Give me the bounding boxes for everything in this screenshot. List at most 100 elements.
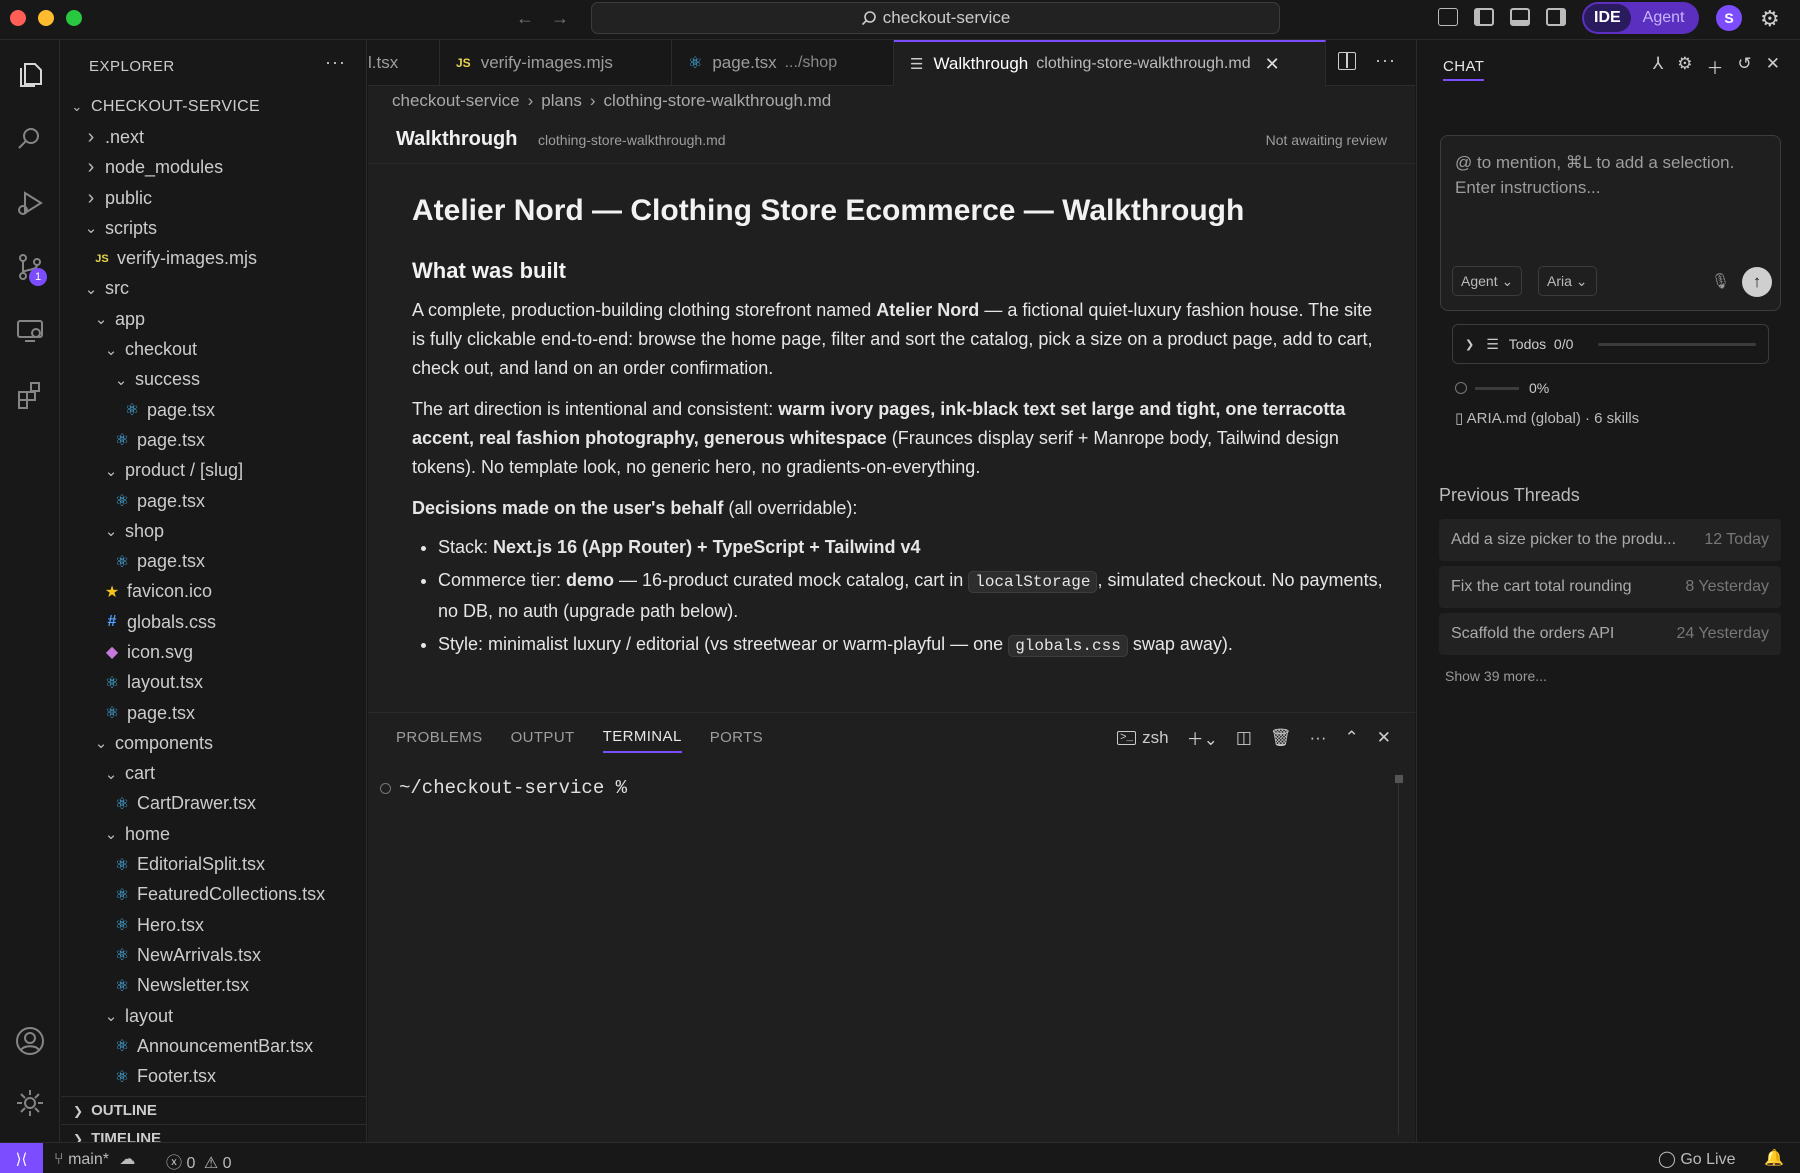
timeline-section[interactable]: ❯ TIMELINE [61,1124,366,1142]
tree-folder[interactable]: ⌄ checkout [61,334,366,364]
ide-agent-mode-toggle[interactable]: IDE Agent [1582,2,1699,34]
maximize-panel-icon[interactable]: ⌃ [1345,728,1359,748]
close-window-button[interactable] [10,10,26,26]
tab-verify-images[interactable]: JS verify-images.mjs [440,40,672,86]
tab-terminal[interactable]: TERMINAL [602,722,682,753]
tree-file[interactable]: ⚛ layout.tsx [61,668,366,698]
back-arrow-icon[interactable]: ← [516,8,534,29]
tree-file[interactable]: ⚛ page.tsx [61,395,366,425]
tree-folder[interactable]: ⌄ shop [61,516,366,546]
tree-file[interactable]: ⚛ Hero.tsx [61,910,366,940]
terminal-scrollbar[interactable] [1395,775,1403,783]
thread-item[interactable]: Fix the cart total rounding 8 Yesterday [1439,566,1781,608]
tree-folder[interactable]: ⌄ app [61,304,366,334]
tree-folder[interactable]: › .next [61,122,366,152]
source-control-icon[interactable]: 1 [11,248,49,286]
tree-folder[interactable]: › node_modules [61,153,366,183]
tree-folder[interactable]: ⌄ home [61,819,366,849]
tree-file[interactable]: ⚛ Footer.tsx [61,1062,366,1092]
go-live-button[interactable]: ◯ Go Live [1658,1149,1736,1169]
tab-page-shop[interactable]: ⚛ page.tsx .../shop [672,40,894,86]
remote-explorer-icon[interactable] [11,312,49,350]
tree-folder[interactable]: ⌄ layout [61,1001,366,1031]
breadcrumb-item[interactable]: clothing-store-walkthrough.md [604,91,832,111]
extensions-icon[interactable] [11,376,49,414]
editor-more-actions-icon[interactable]: ··· [1375,50,1396,71]
terminal-shell-selector[interactable]: >_ zsh [1116,728,1169,748]
tree-file[interactable]: ⚛ FeaturedCollections.tsx [61,880,366,910]
agent-mode-select[interactable]: Agent ⌄ [1452,266,1523,296]
chat-title[interactable]: CHAT [1443,58,1485,81]
microphone-icon[interactable]: 🎙 [1711,272,1730,290]
toggle-primary-sidebar-icon[interactable] [1474,8,1494,26]
tree-folder[interactable]: ⌄ product / [slug] [61,456,366,486]
problems-indicator[interactable]: ⓧ 0 ⚠ 0 [166,1149,232,1173]
settings-gear-icon[interactable]: ⚙ [1760,6,1780,32]
forward-arrow-icon[interactable]: → [551,8,569,29]
more-actions-icon[interactable]: ··· [1310,728,1327,748]
show-more-threads-link[interactable]: Show 39 more... [1445,668,1547,684]
outline-section[interactable]: ❯ OUTLINE [61,1096,366,1124]
tree-file[interactable]: ⚛ page.tsx [61,486,366,516]
tree-file[interactable]: JS verify-images.mjs [61,243,366,273]
close-tab-icon[interactable]: ✕ [1265,54,1280,75]
tree-file[interactable]: ◆ icon.svg [61,637,366,667]
explorer-more-actions-icon[interactable]: ··· [325,52,346,73]
tree-folder[interactable]: › public [61,183,366,213]
search-icon[interactable] [11,120,49,158]
split-editor-icon[interactable] [1338,52,1356,70]
tree-file[interactable]: # globals.css [61,607,366,637]
tree-file[interactable]: ★ favicon.ico [61,577,366,607]
tree-file[interactable]: ⚛ Newsletter.tsx [61,971,366,1001]
minimize-window-button[interactable] [38,10,54,26]
mode-agent-option[interactable]: Agent [1631,9,1697,27]
tree-folder[interactable]: ⌄ src [61,274,366,304]
split-terminal-icon[interactable]: ◫ [1236,728,1252,748]
manage-gear-icon[interactable] [11,1084,49,1122]
send-button[interactable]: ↑ [1742,267,1772,297]
tree-file[interactable]: ⚛ page.tsx [61,546,366,576]
tree-file[interactable]: ⚛ AnnouncementBar.tsx [61,1031,366,1061]
tree-file[interactable]: ⚛ NewArrivals.tsx [61,940,366,970]
thread-item[interactable]: Add a size picker to the produ... 12 Toda… [1439,519,1781,561]
bell-icon[interactable]: 🔔 [1764,1148,1784,1168]
tree-file[interactable]: ⚛ page.tsx [61,425,366,455]
close-panel-icon[interactable]: ✕ [1377,728,1391,748]
tab-ports[interactable]: PORTS [710,723,763,752]
chat-input[interactable]: @ to mention, ⌘L to add a selection. Ent… [1440,135,1781,311]
customize-layout-icon[interactable] [1438,8,1458,26]
close-icon[interactable]: ✕ [1766,54,1780,79]
tree-folder[interactable]: ⌄ components [61,728,366,758]
tab-walkthrough[interactable]: ☰ Walkthrough clothing-store-walkthrough… [894,40,1326,86]
settings-gear-icon[interactable]: ⚙ [1677,54,1692,79]
branch-indicator[interactable]: ⑂ main* ☁ [54,1149,135,1169]
breadcrumb-item[interactable]: plans [541,91,582,111]
tree-folder[interactable]: ⌄ cart [61,759,366,789]
new-terminal-icon[interactable]: ＋⌄ [1187,725,1218,750]
accounts-icon[interactable] [11,1022,49,1060]
maximize-window-button[interactable] [66,10,82,26]
skills-info[interactable]: ▯ ARIA.md (global) · 6 skills [1455,409,1639,427]
tab-problems[interactable]: PROBLEMS [396,723,483,752]
agent-tree-icon[interactable]: ⅄ [1653,54,1663,79]
tree-file[interactable]: ⚛ EditorialSplit.tsx [61,849,366,879]
breadcrumb-item[interactable]: checkout-service [392,91,520,111]
command-center-search[interactable]: checkout-service [591,2,1280,34]
tree-folder[interactable]: ⌄ success [61,365,366,395]
tree-file[interactable]: ⚛ CartDrawer.tsx [61,789,366,819]
remote-indicator-icon[interactable]: ⟩⟨ [0,1143,43,1173]
trash-icon[interactable]: 🗑 [1270,728,1292,748]
tree-file[interactable]: ⚛ page.tsx [61,698,366,728]
terminal-prompt[interactable]: ~/checkout-service % [380,777,627,799]
mode-ide-option[interactable]: IDE [1584,4,1631,32]
avatar[interactable]: S [1716,5,1742,31]
thread-item[interactable]: Scaffold the orders API 24 Yesterday [1439,613,1781,655]
new-chat-icon[interactable]: ＋ [1707,54,1724,79]
tree-root-folder[interactable]: ⌄ CHECKOUT-SERVICE [61,92,366,122]
run-debug-icon[interactable] [11,184,49,222]
history-icon[interactable]: ↺ [1738,54,1752,79]
tab-output[interactable]: OUTPUT [511,723,575,752]
tab-partial-tsx[interactable]: l.tsx [368,40,440,86]
toggle-secondary-sidebar-icon[interactable] [1546,8,1566,26]
tree-folder[interactable]: ⌄ scripts [61,213,366,243]
